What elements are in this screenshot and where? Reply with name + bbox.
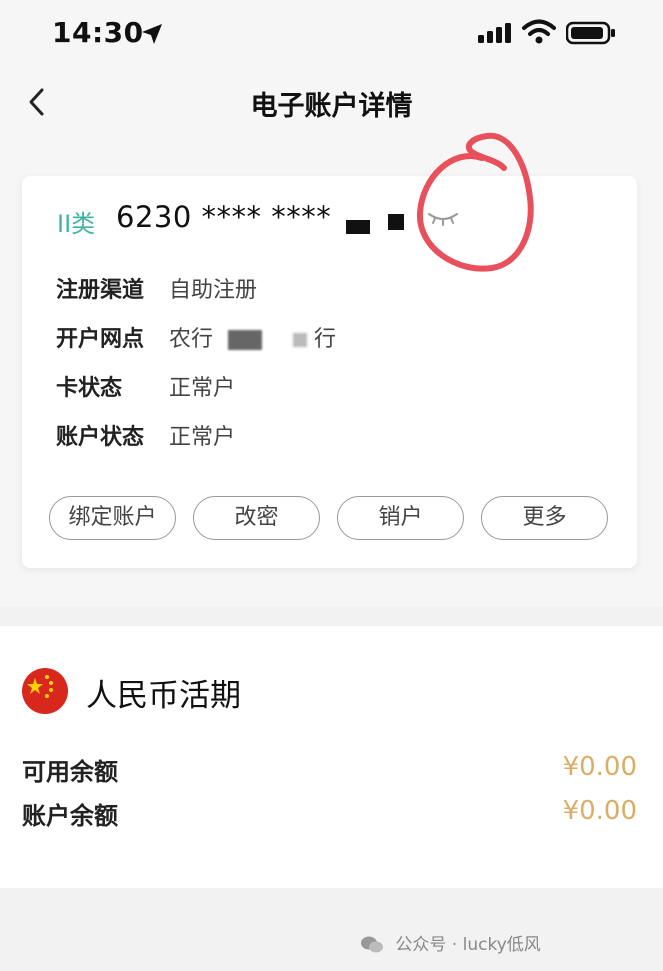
field-label: 账户状态 — [56, 425, 145, 450]
field-value: 正常户 — [169, 425, 236, 450]
wechat-icon — [361, 936, 383, 953]
field-value: 自助注册 — [169, 278, 258, 303]
available-balance-row: 可用余额 ¥0.00 — [22, 752, 637, 787]
close-account-button[interactable]: 销户 — [337, 496, 464, 540]
field-value: 正常户 — [169, 376, 236, 401]
field-label: 开户网点 — [56, 327, 145, 352]
footer-text: 公众号 · lucky低风 — [395, 935, 541, 955]
cellular-signal-icon — [478, 23, 511, 43]
battery-icon — [566, 21, 615, 45]
field-value-prefix: 农行 — [169, 327, 214, 352]
field-register-channel: 注册渠道 自助注册 — [56, 272, 257, 304]
card-type-label: II类 — [57, 210, 96, 238]
field-value-suffix: 行 — [314, 327, 337, 352]
change-password-button[interactable]: 改密 — [193, 496, 320, 540]
redacted-branch — [293, 333, 308, 347]
redacted-digits — [388, 214, 404, 230]
location-arrow-icon — [142, 24, 162, 44]
field-label: 卡状态 — [56, 376, 123, 401]
account-card: II类 6230 **** **** 注册渠道 自助注册 开户网点 农行 行 卡… — [22, 132, 637, 568]
china-flag-icon — [22, 668, 68, 714]
field-card-status: 卡状态 正常户 — [56, 370, 235, 402]
bind-account-button[interactable]: 绑定账户 — [49, 496, 176, 540]
balance-amount: ¥0.00 — [562, 752, 637, 782]
account-balance-row: 账户余额 ¥0.00 — [22, 796, 637, 831]
redacted-digits — [346, 220, 370, 234]
field-label: 注册渠道 — [56, 278, 145, 303]
page-title: 电子账户详情 — [250, 91, 413, 122]
footer-watermark: 公众号 · lucky低风 — [360, 930, 541, 955]
status-bar: 14:30 — [0, 0, 663, 70]
field-branch: 开户网点 农行 行 — [56, 321, 336, 353]
currency-title: 人民币活期 — [86, 678, 241, 714]
more-button[interactable]: 更多 — [481, 496, 608, 540]
redacted-branch — [228, 330, 263, 350]
balance-panel: 人民币活期 可用余额 ¥0.00 账户余额 ¥0.00 — [0, 626, 663, 888]
status-time: 14:30 — [52, 16, 144, 49]
balance-label: 账户余额 — [22, 802, 118, 830]
balance-label: 可用余额 — [22, 758, 118, 786]
card-number: 6230 **** **** — [116, 200, 332, 234]
wifi-icon — [522, 19, 556, 44]
field-account-status: 账户状态 正常户 — [56, 419, 235, 451]
closed-eye-icon[interactable] — [426, 210, 460, 228]
balance-amount: ¥0.00 — [562, 796, 637, 826]
